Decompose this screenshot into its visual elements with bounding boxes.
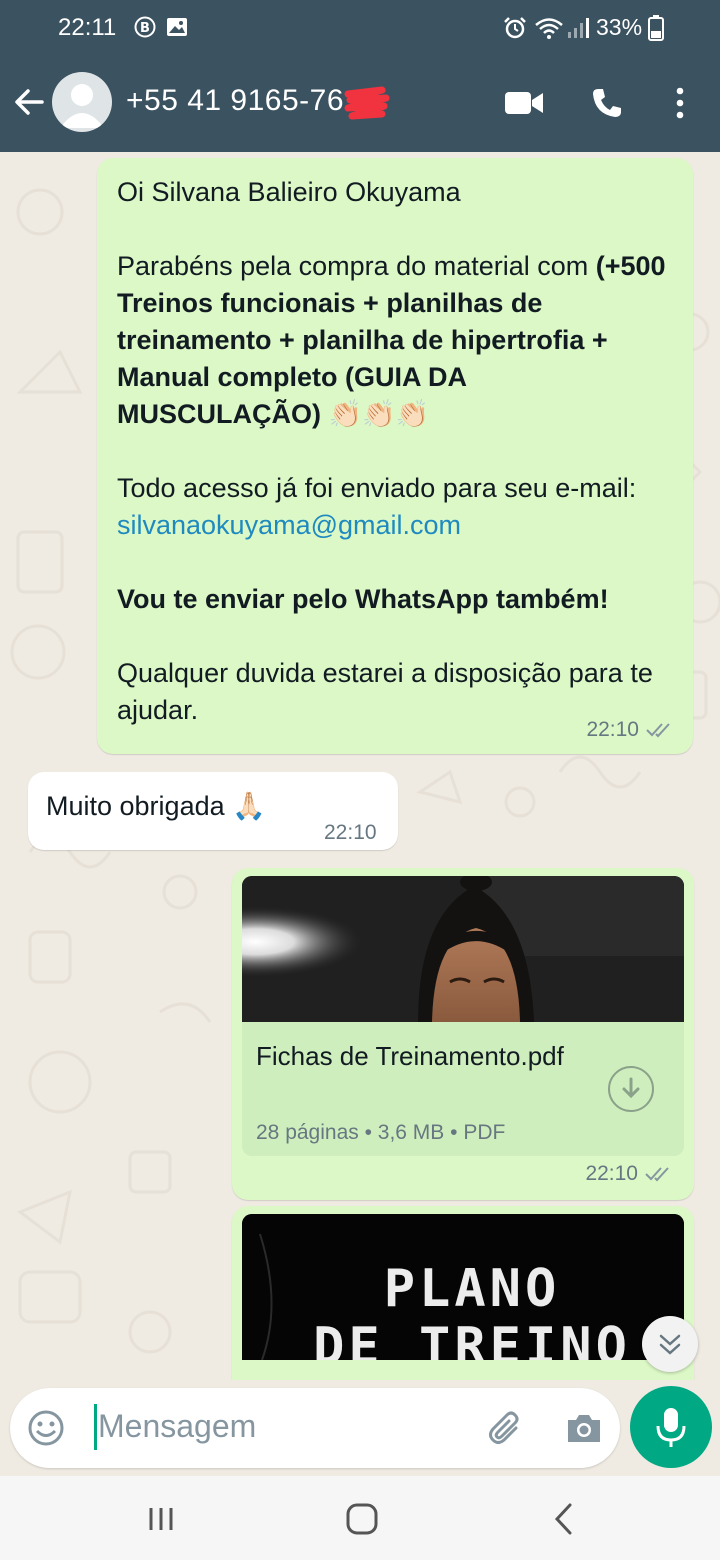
signal-icon (568, 18, 589, 38)
incoming-message-bubble[interactable]: Muito obrigada 🙏🏻 22:10 (28, 772, 398, 850)
message-time: 22:10 (585, 1162, 638, 1185)
message-text: Muito obrigada 🙏🏻 (46, 791, 266, 821)
svg-text:B: B (140, 21, 150, 36)
thumbnail-title-line2: DE TREINO (313, 1317, 631, 1360)
battery-percent: 33% (596, 14, 643, 40)
message-meta: 22:10 (585, 1155, 674, 1192)
document-message-bubble[interactable]: PLANO DE TREINO (232, 1206, 694, 1380)
avatar[interactable] (52, 72, 112, 132)
outgoing-message-bubble[interactable]: Oi Silvana Balieiro Okuyama Parabéns pel… (97, 158, 693, 754)
document-message-bubble[interactable]: Fichas de Treinamento.pdf 28 páginas • 3… (232, 868, 694, 1200)
phone-icon[interactable] (590, 86, 624, 120)
wifi-icon (535, 18, 563, 39)
home-icon[interactable] (344, 1502, 380, 1536)
redaction-scribble (344, 86, 390, 120)
message-input[interactable]: Mensagem (98, 1408, 256, 1445)
woman-photo-thumbnail (242, 876, 684, 1022)
email-link[interactable]: silvanaokuyama@gmail.com (117, 510, 461, 540)
attach-icon[interactable] (486, 1408, 526, 1448)
alarm-icon (504, 17, 526, 39)
battery-icon (648, 15, 664, 41)
clap-emoji: 👏🏻👏🏻👏🏻 (320, 399, 430, 429)
status-bar: 22:11 B 33% (0, 0, 720, 56)
document-info[interactable]: Fichas de Treinamento.pdf 28 páginas • 3… (242, 1022, 684, 1156)
message-greeting: Oi Silvana Balieiro Okuyama (117, 177, 461, 207)
mic-icon (656, 1408, 686, 1447)
document-thumbnail[interactable]: PLANO DE TREINO (242, 1214, 684, 1360)
back-arrow-icon[interactable] (12, 84, 48, 120)
message-text: Parabéns pela compra do material com (117, 251, 596, 281)
system-navigation-bar (0, 1476, 720, 1560)
document-name: Fichas de Treinamento.pdf (256, 1041, 564, 1071)
video-call-icon[interactable] (504, 88, 544, 118)
double-check-icon (645, 1166, 669, 1181)
gallery-notification-icon (167, 18, 187, 36)
chat-header: +55 41 9165-76 (0, 56, 720, 152)
double-check-icon (646, 722, 670, 737)
b-notification-icon: B (134, 16, 156, 38)
download-icon (622, 1077, 640, 1099)
recent-apps-icon[interactable] (146, 1504, 176, 1534)
contact-name[interactable]: +55 41 9165-76 (126, 84, 344, 118)
plan-cover-thumbnail: PLANO DE TREINO (242, 1214, 684, 1360)
back-nav-icon[interactable] (552, 1502, 576, 1536)
message-input-bar: Mensagem (10, 1388, 620, 1468)
camera-icon[interactable] (564, 1408, 604, 1448)
status-time: 22:11 (58, 14, 117, 41)
thumbnail-title-line1: PLANO (384, 1259, 561, 1319)
more-options-icon[interactable] (672, 86, 688, 120)
message-paragraph: Parabéns pela compra do material com (+5… (117, 248, 673, 433)
chevron-double-down-icon (659, 1334, 681, 1355)
emoji-icon[interactable] (26, 1408, 66, 1448)
download-button[interactable] (608, 1066, 654, 1112)
scroll-to-bottom-button[interactable] (642, 1316, 698, 1372)
message-text: Todo acesso já foi enviado para seu e-ma… (117, 473, 637, 503)
voice-message-button[interactable] (630, 1386, 712, 1468)
message-meta: 22:10 (324, 814, 377, 851)
document-thumbnail[interactable] (242, 876, 684, 1022)
text-caret (94, 1404, 97, 1450)
chat-area[interactable]: Oi Silvana Balieiro Okuyama Parabéns pel… (0, 152, 720, 1380)
message-paragraph: Todo acesso já foi enviado para seu e-ma… (117, 470, 673, 544)
message-meta: 22:10 (586, 711, 675, 748)
message-bold-paragraph: Vou te enviar pelo WhatsApp também! (117, 584, 609, 614)
avatar-icon (60, 84, 104, 128)
message-time: 22:10 (586, 718, 639, 741)
message-time: 22:10 (324, 821, 377, 844)
document-meta: 28 páginas • 3,6 MB • PDF (256, 1121, 506, 1144)
